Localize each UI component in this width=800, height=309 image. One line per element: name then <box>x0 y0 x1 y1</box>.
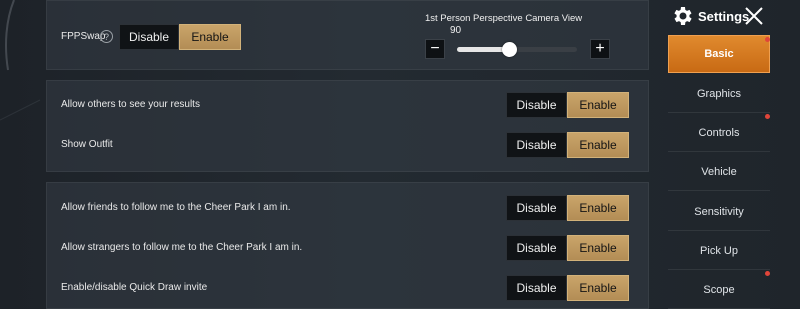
cheer-park-panel: Allow friends to follow me to the Cheer … <box>46 182 649 309</box>
see-results-enable-button[interactable]: Enable <box>567 92 629 118</box>
camera-view-slider-fill <box>457 47 509 52</box>
show-outfit-toggle: Disable Enable <box>506 132 629 158</box>
see-results-disable-button[interactable]: Disable <box>506 92 567 118</box>
setting-label-strangers-follow: Allow strangers to follow me to the Chee… <box>61 242 303 253</box>
show-outfit-enable-button[interactable]: Enable <box>567 132 629 158</box>
camera-decrease-button[interactable]: − <box>425 39 445 59</box>
nav-item-label: Graphics <box>696 87 742 100</box>
fpp-swap-label: FPPSwap <box>61 31 106 42</box>
strangers-follow-toggle: Disable Enable <box>506 235 629 261</box>
nav-item-basic[interactable]: Basic <box>668 35 770 73</box>
nav-item-label: Controls <box>698 126 740 139</box>
nav-item-label: Pick Up <box>700 244 738 257</box>
setting-label-see-results: Allow others to see your results <box>61 99 200 110</box>
nav-item-pick-up[interactable]: Pick Up <box>668 232 770 270</box>
fpp-swap-disable-button[interactable]: Disable <box>119 24 179 50</box>
nav-item-graphics[interactable]: Graphics <box>668 75 770 113</box>
fpp-swap-toggle: Disable Enable <box>119 24 241 50</box>
strangers-follow-disable-button[interactable]: Disable <box>506 235 567 261</box>
strangers-follow-enable-button[interactable]: Enable <box>567 235 629 261</box>
camera-view-value: 90 <box>450 25 462 36</box>
settings-title: Settings <box>698 9 750 24</box>
nav-item-label: Sensitivity <box>694 205 744 218</box>
settings-sidebar: Settings Basic Graphics Controls Vehicle… <box>665 0 800 309</box>
friends-follow-disable-button[interactable]: Disable <box>506 195 567 221</box>
camera-view-title: 1st Person Perspective Camera View <box>425 13 583 24</box>
setting-label-quick-draw: Enable/disable Quick Draw invite <box>61 282 208 293</box>
camera-view-slider-thumb[interactable] <box>501 42 517 57</box>
privacy-panel: Allow others to see your results Disable… <box>46 80 649 172</box>
nav-item-vehicle[interactable]: Vehicle <box>668 153 770 191</box>
fpp-swap-enable-button[interactable]: Enable <box>179 24 241 50</box>
help-icon[interactable]: ? <box>100 30 113 43</box>
nav-item-label: Vehicle <box>701 165 737 178</box>
plus-icon: + <box>595 40 605 57</box>
nav-item-label: Basic <box>704 48 734 60</box>
settings-header: Settings <box>665 0 800 33</box>
notification-dot <box>765 114 770 119</box>
nav-item-label: Scope <box>703 283 735 296</box>
gear-icon <box>674 7 692 25</box>
nav-item-controls[interactable]: Controls <box>668 114 770 152</box>
quick-draw-disable-button[interactable]: Disable <box>506 275 567 301</box>
friends-follow-enable-button[interactable]: Enable <box>567 195 629 221</box>
nav-item-sensitivity[interactable]: Sensitivity <box>668 193 770 231</box>
see-results-toggle: Disable Enable <box>506 92 629 118</box>
notification-dot <box>765 37 770 42</box>
nav-item-scope[interactable]: Scope <box>668 271 770 309</box>
minus-icon: − <box>430 40 440 57</box>
camera-increase-button[interactable]: + <box>590 39 610 59</box>
camera-view-slider[interactable] <box>457 42 577 57</box>
quick-draw-enable-button[interactable]: Enable <box>567 275 629 301</box>
close-icon[interactable] <box>743 5 765 27</box>
friends-follow-toggle: Disable Enable <box>506 195 629 221</box>
notification-dot <box>765 271 770 276</box>
setting-label-friends-follow: Allow friends to follow me to the Cheer … <box>61 202 291 213</box>
quick-draw-toggle: Disable Enable <box>506 275 629 301</box>
setting-label-show-outfit: Show Outfit <box>61 139 113 150</box>
show-outfit-disable-button[interactable]: Disable <box>506 132 567 158</box>
fpp-panel: FPPSwap ? Disable Enable 1st Person Pers… <box>46 0 649 70</box>
